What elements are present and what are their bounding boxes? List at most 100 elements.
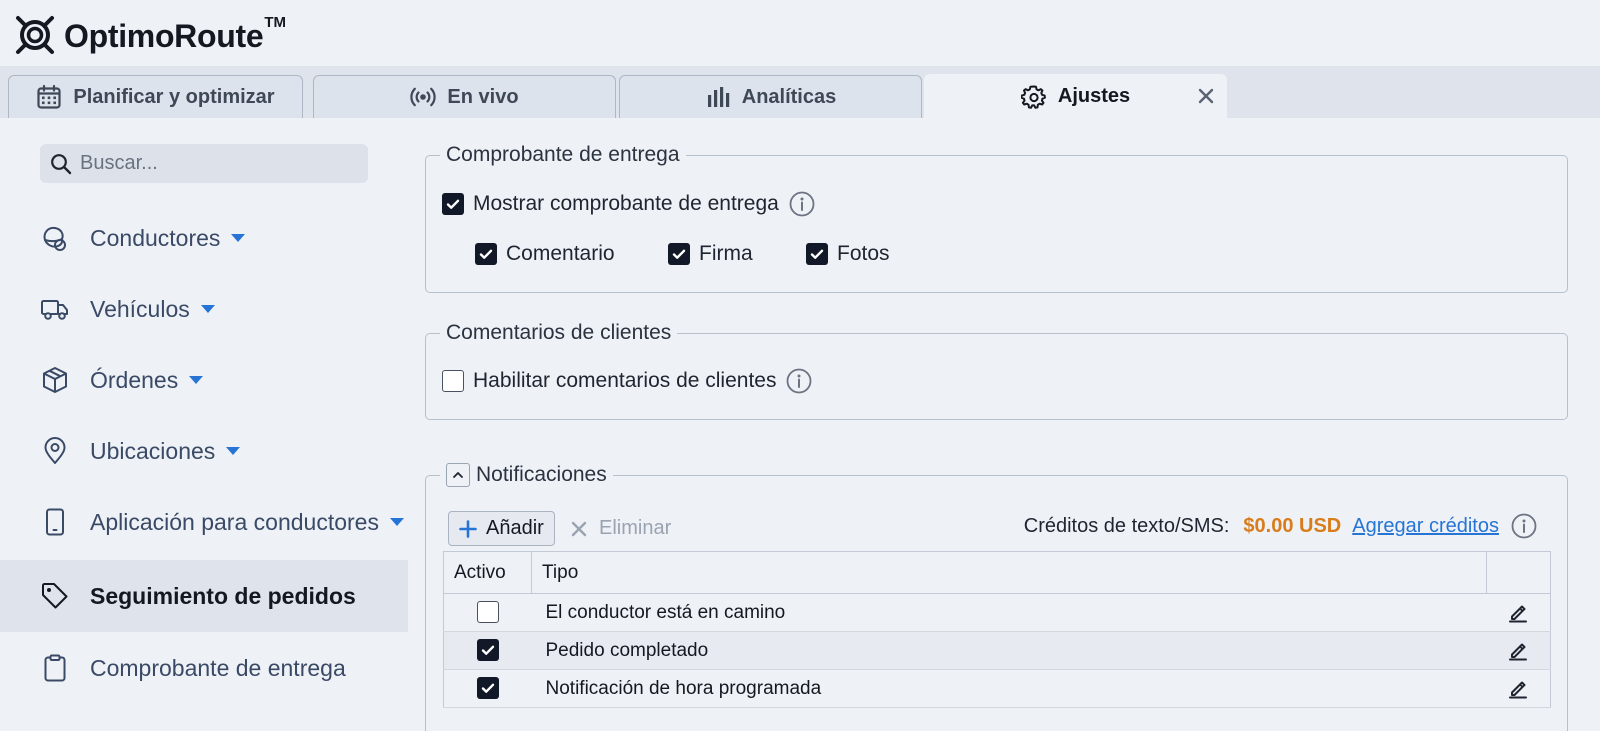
check-icon	[446, 199, 460, 209]
plus-icon	[459, 519, 477, 538]
sidebar-item-label: Comprobante de entrega	[90, 654, 346, 681]
enable-feedback-option[interactable]: Habilitar comentarios de clientes	[442, 368, 812, 394]
sidebar-item-order-tracking[interactable]: Seguimiento de pedidos	[0, 560, 408, 632]
option-photos[interactable]: Fotos	[806, 242, 890, 266]
signature-checkbox[interactable]	[668, 243, 690, 265]
photos-label: Fotos	[837, 242, 890, 265]
tab-label: Planificar y optimizar	[73, 85, 275, 108]
sidebar-item-drivers[interactable]: Conductores	[0, 202, 408, 274]
notifications-section: Notificaciones Añadir Eliminar Créditos …	[425, 462, 1568, 731]
signature-label: Firma	[699, 242, 753, 265]
calendar-icon	[37, 84, 62, 109]
truck-icon	[41, 300, 68, 320]
table-header-row: Activo Tipo	[443, 551, 1551, 594]
add-button[interactable]: Añadir	[448, 511, 555, 546]
credits-label: Créditos de texto/SMS:	[1023, 514, 1230, 537]
active-checkbox[interactable]	[476, 601, 499, 624]
caret-down-icon	[189, 376, 204, 384]
show-proof-checkbox[interactable]	[442, 193, 464, 215]
check-icon	[672, 249, 686, 259]
bar-chart-icon	[707, 87, 729, 107]
clipboard-icon	[44, 654, 66, 682]
show-proof-label: Mostrar comprobante de entrega	[473, 192, 779, 215]
tab-settings[interactable]: Ajustes	[924, 74, 1227, 118]
close-tab-button[interactable]	[1194, 84, 1218, 108]
sidebar-item-label: Conductores	[90, 224, 221, 251]
tab-plan-optimize[interactable]: Planificar y optimizar	[8, 75, 303, 118]
sidebar-item-vehicles[interactable]: Vehículos	[0, 273, 408, 345]
active-checkbox[interactable]	[476, 639, 499, 662]
brand-name: OptimoRoute	[64, 18, 264, 54]
tab-live[interactable]: En vivo	[313, 75, 616, 118]
logo[interactable]: OptimoRoute TM	[14, 14, 286, 58]
column-header-active: Activo	[443, 551, 532, 594]
collapse-button[interactable]	[446, 463, 470, 487]
comment-label: Comentario	[506, 242, 615, 265]
close-icon	[571, 521, 587, 536]
delete-label: Eliminar	[599, 517, 672, 539]
search-input[interactable]	[80, 152, 350, 175]
edit-pencil-icon[interactable]	[1507, 639, 1529, 661]
check-icon	[479, 249, 493, 259]
trademark: TM	[264, 14, 287, 31]
column-header-actions	[1486, 551, 1551, 594]
caret-down-icon	[231, 234, 246, 242]
check-icon	[810, 249, 824, 259]
photos-checkbox[interactable]	[806, 243, 828, 265]
show-proof-option[interactable]: Mostrar comprobante de entrega	[442, 191, 815, 217]
credits-amount: $0.00 USD	[1243, 514, 1342, 537]
edit-pencil-icon[interactable]	[1507, 601, 1529, 623]
caret-down-icon	[389, 518, 404, 526]
section-title: Comentarios de clientes	[440, 320, 678, 346]
caret-down-icon	[200, 305, 215, 313]
search-box	[40, 144, 368, 183]
enable-feedback-checkbox[interactable]	[442, 370, 464, 392]
phone-icon	[46, 508, 64, 536]
driver-icon	[43, 226, 66, 251]
sidebar-item-label: Ubicaciones	[90, 437, 216, 464]
column-header-type: Tipo	[531, 551, 1487, 594]
check-icon	[481, 684, 494, 694]
comment-checkbox[interactable]	[475, 243, 497, 265]
table-row[interactable]: Pedido completado	[443, 631, 1551, 670]
table-row[interactable]: Notificación de hora programada	[443, 669, 1551, 708]
section-title: Comprobante de entrega	[440, 142, 686, 168]
info-icon[interactable]	[786, 368, 812, 394]
tag-icon	[42, 583, 68, 609]
info-icon[interactable]	[789, 191, 815, 217]
broadcast-icon	[410, 87, 437, 107]
check-icon	[481, 646, 494, 656]
option-comment[interactable]: Comentario	[475, 242, 615, 266]
tab-analytics[interactable]: Analíticas	[619, 75, 922, 118]
sidebar-item-driver-app[interactable]: Aplicación para conductores	[0, 486, 408, 558]
active-checkbox[interactable]	[476, 677, 499, 700]
delete-button[interactable]: Eliminar	[571, 511, 671, 546]
edit-pencil-icon[interactable]	[1507, 677, 1529, 699]
table-row[interactable]: El conductor está en camino	[443, 593, 1551, 632]
sidebar-item-locations[interactable]: Ubicaciones	[0, 415, 408, 487]
search-icon	[51, 153, 72, 174]
caret-down-icon	[226, 447, 241, 455]
proof-of-delivery-section: Comprobante de entrega Mostrar comproban…	[425, 142, 1568, 293]
add-label: Añadir	[486, 517, 544, 539]
sidebar-item-label: Órdenes	[90, 366, 179, 393]
sidebar-item-label: Vehículos	[90, 295, 190, 322]
chevron-up-icon	[453, 472, 463, 478]
optimoroute-logo-icon	[16, 16, 54, 54]
sms-credits: Créditos de texto/SMS: $0.00 USD Agregar…	[1024, 513, 1537, 539]
info-icon[interactable]	[1511, 513, 1537, 539]
sidebar-item-orders[interactable]: Órdenes	[0, 344, 408, 416]
sidebar-item-proof-of-delivery[interactable]: Comprobante de entrega	[0, 632, 408, 704]
enable-feedback-label: Habilitar comentarios de clientes	[473, 369, 777, 392]
notification-type: Pedido completado	[531, 631, 1487, 670]
customer-feedback-section: Comentarios de clientes Habilitar coment…	[425, 320, 1568, 420]
close-icon	[1198, 88, 1214, 104]
option-signature[interactable]: Firma	[668, 242, 753, 266]
section-title: Notificaciones	[440, 462, 613, 488]
notification-type: El conductor está en camino	[531, 593, 1487, 632]
top-bar: OptimoRoute TM	[0, 0, 1600, 66]
tab-label: Analíticas	[741, 85, 837, 108]
sidebar-item-label: Seguimiento de pedidos	[90, 582, 356, 609]
notifications-table: Activo Tipo El conductor está en camino	[443, 551, 1551, 708]
add-credits-link[interactable]: Agregar créditos	[1352, 515, 1499, 538]
